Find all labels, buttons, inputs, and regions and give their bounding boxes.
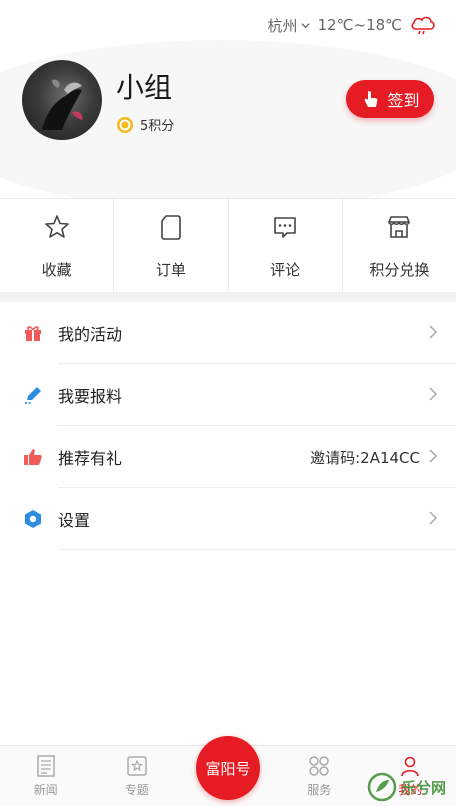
menu-item-label: 我的活动 (58, 325, 123, 344)
chevron-right-icon (428, 324, 438, 343)
username: 小组 (116, 71, 173, 104)
fuyang-hao-button[interactable]: 富阳号 (196, 736, 260, 800)
comment-icon (274, 217, 296, 238)
temperature-label: 12℃~18℃ (317, 16, 402, 34)
coin-icon (117, 116, 133, 133)
avatar-image (42, 79, 83, 130)
quick-action-favorites[interactable]: 收藏 (0, 199, 115, 292)
newspaper-icon (36, 755, 55, 777)
quick-action-label: 评论 (270, 261, 301, 279)
section-divider (0, 292, 456, 302)
chevron-down-icon (300, 22, 310, 28)
settings-menu: 我的活动 我要报料 推荐有礼 邀请码:2A14CC 设置 (0, 302, 456, 550)
hexagon-settings-icon (22, 508, 44, 530)
chevron-right-icon (428, 510, 438, 529)
menu-item-referral[interactable]: 推荐有礼 邀请码:2A14CC (0, 426, 456, 488)
chevron-right-icon (428, 386, 438, 405)
tab-fuyang-hao[interactable]: 富阳号 (182, 736, 273, 806)
quick-action-label: 收藏 (41, 261, 72, 279)
topic-icon (127, 756, 147, 776)
tab-label: 服务 (307, 783, 332, 797)
tab-label: 专题 (124, 783, 149, 797)
gift-icon (22, 322, 44, 344)
hand-tap-icon (365, 91, 378, 107)
watermark-logo-icon (367, 772, 397, 802)
quick-action-label: 订单 (155, 261, 186, 279)
signin-button[interactable]: 签到 (346, 80, 434, 118)
weather-bar: 杭州 12℃~18℃ (268, 14, 436, 36)
chevron-right-icon (428, 448, 438, 467)
tab-label: 新闻 (33, 783, 58, 797)
menu-item-label: 设置 (58, 511, 91, 530)
pen-icon (22, 384, 44, 406)
menu-item-submit-tip[interactable]: 我要报料 (0, 364, 456, 426)
menu-item-label: 推荐有礼 (58, 449, 123, 468)
city-label: 杭州 (267, 16, 298, 35)
city-selector[interactable]: 杭州 (268, 15, 310, 36)
store-icon (388, 216, 411, 238)
menu-item-settings[interactable]: 设置 (0, 488, 456, 550)
quick-action-points-exchange[interactable]: 积分兑换 (343, 199, 456, 292)
quick-action-label: 积分兑换 (369, 261, 430, 279)
invite-code: 邀请码:2A14CC (310, 448, 420, 467)
order-icon (161, 215, 181, 240)
menu-item-label: 我要报料 (58, 387, 123, 406)
tab-services[interactable]: 服务 (274, 746, 365, 806)
quick-action-comments[interactable]: 评论 (229, 199, 343, 292)
watermark-text: 乐兮网 (400, 778, 446, 797)
watermark: 乐兮网 (367, 772, 446, 802)
rain-cloud-icon (411, 16, 435, 35)
signin-label: 签到 (387, 91, 420, 110)
quick-action-orders[interactable]: 订单 (114, 199, 229, 292)
tab-news[interactable]: 新闻 (0, 746, 91, 806)
tab-topics[interactable]: 专题 (91, 746, 182, 806)
points-display[interactable]: 5积分 (116, 115, 174, 134)
menu-item-my-activities[interactable]: 我的活动 (0, 302, 456, 364)
star-icon (44, 215, 69, 238)
profile-header: 杭州 12℃~18℃ 小组 5积分 签到 (0, 0, 456, 198)
avatar[interactable] (22, 60, 102, 140)
thumbs-up-icon (22, 446, 44, 468)
grid-icon (309, 756, 329, 776)
points-label: 5积分 (140, 119, 175, 134)
quick-actions: 收藏 订单 评论 积分兑换 (0, 198, 456, 292)
